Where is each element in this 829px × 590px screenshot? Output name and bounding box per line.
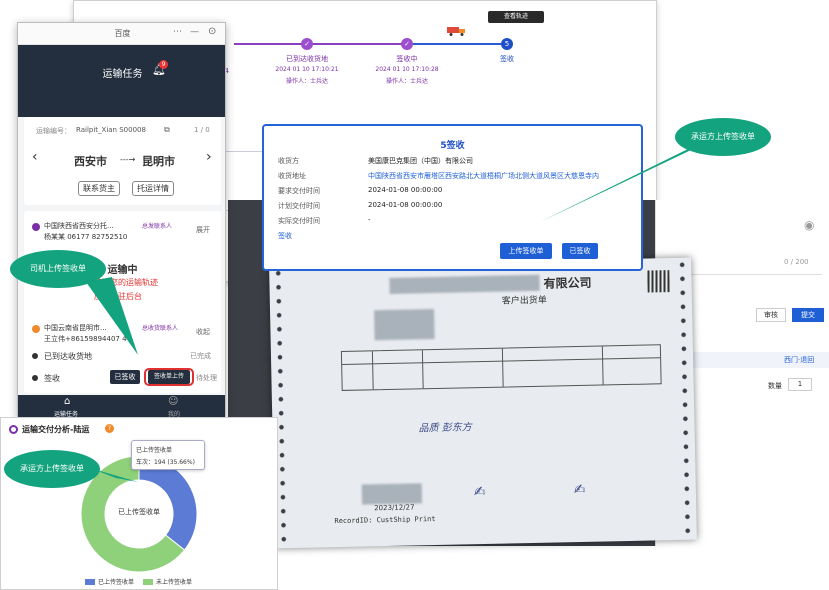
callout-driver-upload: 司机上传签收单 bbox=[10, 250, 106, 288]
callout-carrier-upload-top: 承运方上传签收单 bbox=[675, 118, 771, 156]
callout-carrier-upload-bottom: 承运方上传签收单 bbox=[4, 450, 100, 488]
callout-pointers bbox=[86, 140, 712, 482]
